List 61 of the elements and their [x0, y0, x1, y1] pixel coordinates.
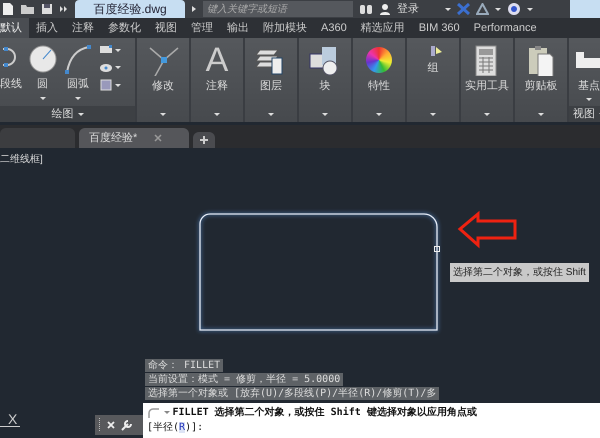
- panel-label[interactable]: 块: [320, 78, 330, 94]
- binoculars-icon[interactable]: [359, 3, 373, 15]
- ribbon-tab[interactable]: 精选应用: [354, 18, 412, 38]
- rectangle-icon[interactable]: [98, 44, 112, 56]
- arrow-icon[interactable]: [191, 5, 197, 13]
- sign-in-link[interactable]: 登录: [397, 0, 419, 18]
- more-icon[interactable]: [59, 5, 69, 13]
- new-tab-button[interactable]: [193, 132, 215, 148]
- triangle-icon[interactable]: [476, 3, 489, 15]
- command-prompt: FILLET 选择第二个对象，或按住 Shift 键选择对象以应用角点或: [172, 405, 477, 420]
- ribbon-tab[interactable]: A360: [314, 18, 354, 38]
- tab-label: 百度经验*: [89, 130, 138, 146]
- hatch-icon[interactable]: [98, 79, 112, 91]
- ribbon-tab[interactable]: Performance: [466, 18, 544, 38]
- ribbon-tab[interactable]: BIM 360: [412, 18, 467, 38]
- panel-label[interactable]: 组: [428, 60, 438, 76]
- search-field[interactable]: 键入关键字或短语: [203, 1, 353, 17]
- panel-label[interactable]: 修改: [152, 78, 174, 94]
- filleted-rectangle[interactable]: [199, 213, 438, 331]
- panel-label[interactable]: 图层: [260, 78, 282, 94]
- ribbon-tab[interactable]: 附加模块: [256, 18, 314, 38]
- ellipse-icon[interactable]: [98, 62, 112, 74]
- panel-label[interactable]: 特性: [368, 78, 390, 94]
- wrench-icon[interactable]: [120, 419, 132, 431]
- axis-label: X: [8, 412, 18, 426]
- tool-label[interactable]: 圆: [37, 76, 48, 92]
- command-line-handle[interactable]: [95, 415, 143, 435]
- user-icon[interactable]: [379, 3, 391, 15]
- ribbon-tab[interactable]: 默认: [0, 18, 29, 38]
- plus-icon: [200, 136, 208, 144]
- panel-title[interactable]: 绘图: [52, 106, 74, 122]
- ribbon-tab[interactable]: 视图: [148, 18, 184, 38]
- tool-label[interactable]: 段线: [0, 76, 22, 92]
- grip-icon[interactable]: [98, 418, 101, 432]
- folder-icon[interactable]: [20, 3, 35, 15]
- ribbon-tab[interactable]: 插入: [29, 18, 65, 38]
- panel-label[interactable]: 注释: [206, 78, 228, 94]
- panel-label[interactable]: 基点: [578, 78, 600, 94]
- panel-label[interactable]: 剪贴板: [524, 78, 558, 94]
- ribbon-tab[interactable]: 参数化: [101, 18, 148, 38]
- ribbon-tab[interactable]: 输出: [220, 18, 256, 38]
- document-tab[interactable]: 百度经验*: [79, 128, 189, 148]
- fillet-icon[interactable]: [147, 406, 161, 418]
- close-icon[interactable]: [154, 134, 162, 142]
- grip-handle[interactable]: [434, 246, 440, 252]
- color-wheel-icon[interactable]: [366, 47, 392, 73]
- command-option[interactable]: [半径(R)]:: [147, 420, 204, 435]
- arc-icon[interactable]: [63, 44, 93, 74]
- arrow-annotation: [458, 210, 516, 248]
- file-tab[interactable]: 百度经验.dwg: [75, 0, 185, 18]
- dropdown-caret-icon[interactable]: [164, 411, 170, 414]
- text-icon[interactable]: A: [206, 44, 228, 76]
- panel-label[interactable]: 实用工具: [465, 78, 509, 94]
- tool-label[interactable]: 圆弧: [67, 76, 89, 92]
- ribbon-tab[interactable]: 管理: [184, 18, 220, 38]
- viewport-label[interactable]: 二维线框]: [0, 148, 43, 167]
- tooltip: 选择第二个对象，或按住 Shift: [450, 263, 589, 282]
- circle-icon[interactable]: [28, 44, 58, 74]
- new-file-icon[interactable]: [2, 2, 14, 16]
- save-icon[interactable]: [41, 3, 53, 15]
- ribbon-tab[interactable]: 注释: [65, 18, 101, 38]
